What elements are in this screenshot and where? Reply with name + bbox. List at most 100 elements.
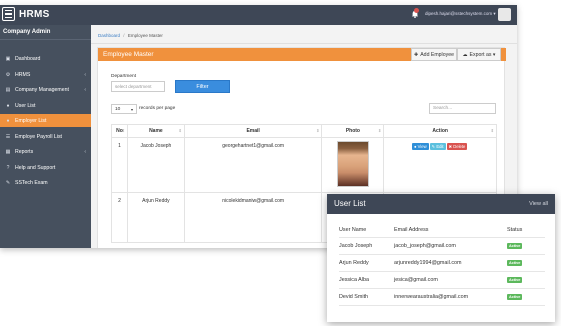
add-employee-button[interactable]: ✚ Add Employee [411,48,457,61]
employee-email: georgehartnet1@gmail.com [183,137,323,193]
panel-title: Employee Master [103,51,154,58]
status-badge: Active [507,259,523,266]
records-per-page-label: records per page [139,106,176,111]
user-list-card: User List View all User Name Email Addre… [327,194,555,322]
department-select[interactable]: select department [111,81,165,92]
exam-icon: ✎ [5,179,11,186]
column-header-action[interactable]: Action ⇕ [383,124,497,138]
breadcrumb-current: Employee Master [127,33,163,38]
table-row: 1 Jacob Joseph georgehartnet1@gmail.com … [111,137,497,193]
building-icon: ▤ [5,86,11,93]
search-input[interactable]: Search... [429,103,496,114]
view-all-link[interactable]: View all [529,201,548,207]
breadcrumb-home-link[interactable]: Dashboard [98,33,120,38]
sidebar-item-company-management[interactable]: ▤ Company Management ‹ [0,83,91,96]
user-email[interactable]: dipesh.hajari@sstechsystem.com ▾ [425,11,496,17]
column-header-status: Status [507,223,545,238]
employee-name: Arjun Reddy [126,192,185,243]
cloud-icon: ☁ [462,51,468,58]
sort-icon: ⇕ [316,128,320,133]
user-list-header-row: User Name Email Address Status [339,223,545,238]
view-button[interactable]: ● View [411,143,429,150]
user-email: arjunreddy1994@gmail.com [394,254,507,272]
user-icon: ● [6,102,10,109]
user-name: Jessica Alba [339,271,394,289]
sidebar-item-employer-list[interactable]: ● Employer List [0,114,91,127]
users-icon: ● [6,117,10,124]
panel-header: Employee Master ✚ Add Employee ☁ Export … [98,48,506,61]
sidebar-item-reports[interactable]: ▦ Reports ‹ [0,145,91,158]
sort-icon: ⇕ [490,128,494,133]
filter-button[interactable]: Filter [175,80,230,93]
add-employee-label: Add Employee [420,51,454,58]
list-icon: ☰ [5,133,11,140]
column-header-email[interactable]: Email ⇕ [183,124,323,138]
sidebar-item-sstech-exam[interactable]: ✎ SSTech Exam [0,176,91,189]
breadcrumb-divider [91,43,517,44]
sidebar-item-help-and-support[interactable]: ? Help and Support [0,161,91,174]
sidebar-item-employe-payroll-list[interactable]: ☰ Employe Payroll List [0,130,91,143]
status-cell: Active [507,271,545,289]
chevron-left-icon: ‹ [84,148,86,155]
sidebar-item-hrms[interactable]: ⚙ HRMS ‹ [0,68,91,81]
column-header-label: Photo [345,128,360,134]
list-item: Jessica Alba jesica@gmail.com Active [339,271,545,289]
table-header-row: No ⇕ Name ⇕ Email ⇕ Photo ⇕ Action ⇕ [111,124,497,138]
row-number: 2 [111,192,128,243]
export-button[interactable]: ☁ Export as ▾ [457,48,501,61]
sidebar-item-label: Dashboard [15,55,41,62]
sort-icon: ⇕ [178,128,182,133]
column-header-label: Email [246,128,260,134]
list-item: Devid Smith innerwearaustralia@gmail.com… [339,288,545,306]
export-label: Export as ▾ [469,51,496,58]
column-header-user-name: User Name [339,223,394,238]
plus-icon: ✚ [414,51,419,58]
sort-icon: ⇕ [377,128,382,133]
breadcrumb-separator: / [123,33,125,38]
user-list-title: User List [334,199,366,208]
notification-badge [414,8,419,13]
company-title: Company Admin [3,29,51,35]
status-cell: Active [507,237,545,255]
employee-email: nicolekidmaniw@gmail.com [183,192,323,243]
employee-name: Jacob Joseph [126,137,185,193]
user-email: innerwearaustralia@gmail.com [394,288,507,306]
help-icon: ? [6,164,10,171]
hamburger-menu-icon[interactable] [2,7,15,21]
user-name: Jacob Joseph [339,237,394,255]
sidebar-item-label: Reports [15,148,34,155]
stage: HRMS dipesh.hajari@sstechsystem.com ▾ Co… [0,0,561,326]
column-header-no[interactable]: No ⇕ [111,124,128,138]
status-cell: Active [507,254,545,272]
sort-icon: ⇕ [121,128,125,133]
brand-logo: HRMS [19,9,50,20]
delete-button[interactable]: ✖ Delete [446,143,468,150]
user-email: jacob_joseph@gmail.com [394,237,507,255]
photo-cell [321,137,385,193]
records-per-page-select[interactable]: 10 ▾ [111,104,137,114]
avatar[interactable] [498,8,511,21]
sidebar-item-label: Help and Support [15,164,56,171]
sidebar-item-label: HRMS [15,71,31,78]
sidebar-item-label: User List [15,102,36,109]
gear-icon: ⚙ [5,71,11,78]
sidebar-item-label: Employer List [15,117,47,124]
top-bar: HRMS dipesh.hajari@sstechsystem.com ▾ [0,5,517,25]
column-header-name[interactable]: Name ⇕ [126,124,185,138]
view-label: View [417,144,427,149]
edit-button[interactable]: ✎ Edit [429,143,446,150]
column-header-photo[interactable]: Photo ⇕ [321,124,385,138]
row-number: 1 [111,137,128,193]
status-badge: Active [507,242,523,249]
sidebar-divider [0,39,91,40]
sidebar-item-label: Employe Payroll List [15,133,62,140]
sidebar-item-user-list[interactable]: ● User List [0,99,91,112]
user-name: Devid Smith [339,288,394,306]
edit-label: Edit [436,144,444,149]
sidebar-item-label: Company Management [15,86,69,93]
user-list-header: User List View all [327,194,555,214]
sidebar-item-dashboard[interactable]: ▣ Dashboard [0,52,91,65]
status-cell: Active [507,288,545,306]
delete-label: Delete [453,144,466,149]
user-name: Arjun Reddy [339,254,394,272]
